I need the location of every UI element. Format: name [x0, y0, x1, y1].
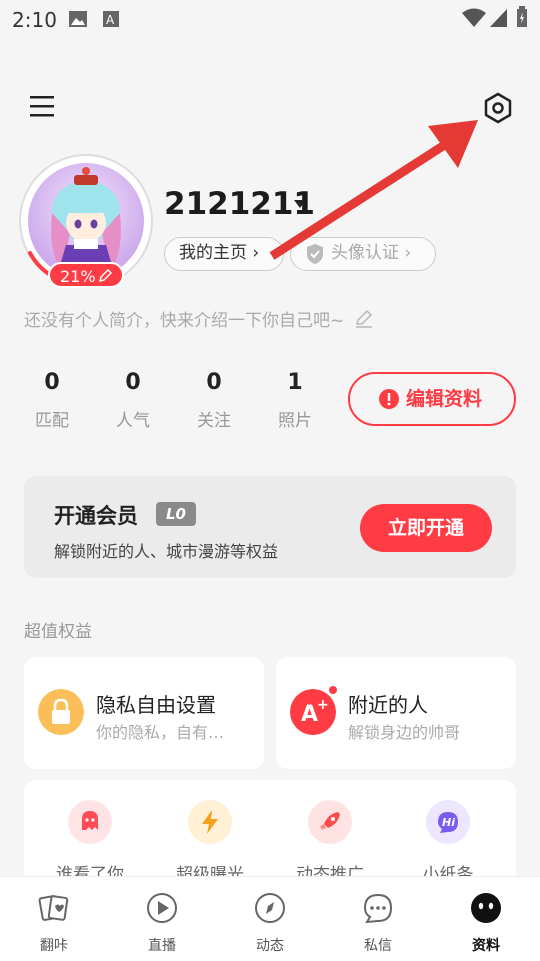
verify-label: 头像认证 ›	[331, 243, 412, 263]
keyboard-a-icon: A	[103, 11, 119, 27]
bio-placeholder[interactable]: 还没有个人简介，快来介绍一下你自己吧~	[24, 306, 374, 331]
signal-icon	[490, 9, 507, 27]
compass-icon	[255, 893, 285, 923]
edit-bio-icon	[355, 309, 372, 328]
lock-icon	[38, 689, 84, 735]
cards-icon	[38, 895, 69, 921]
feature-super-exposure[interactable]: 超级曝光	[160, 800, 260, 885]
nav-label: 直播	[148, 938, 176, 954]
vip-subtitle: 解锁附近的人、城市漫游等权益	[54, 542, 279, 561]
homepage-label: 我的主页 ›	[179, 243, 260, 263]
feature-who-viewed[interactable]: 谁看了你	[40, 800, 140, 885]
stat-label: 关注	[197, 411, 231, 431]
status-bar: 2:10 A	[0, 0, 540, 40]
nav-fanka[interactable]: 翻咔	[14, 891, 94, 955]
status-time: 2:10	[12, 8, 57, 32]
nav-moments[interactable]: 动态	[230, 891, 310, 955]
menu-icon[interactable]	[28, 92, 58, 122]
nav-label: 翻咔	[40, 938, 68, 954]
nav-live[interactable]: 直播	[122, 891, 202, 955]
completion-value: 21%	[60, 267, 96, 286]
nav-profile[interactable]: 资料	[446, 891, 526, 955]
ghost-icon	[68, 800, 112, 844]
rocket-icon	[308, 800, 352, 844]
alert-icon	[379, 389, 399, 409]
edit-profile-label: 编辑资料	[406, 388, 483, 410]
feature-moment-promote[interactable]: 动态推广	[280, 800, 380, 885]
svg-text:A: A	[106, 13, 115, 27]
wifi-icon	[462, 8, 486, 27]
stat-value: 0	[125, 370, 141, 395]
feature-note[interactable]: Hi 小纸条	[398, 800, 498, 885]
lightning-icon	[188, 800, 232, 844]
benefit-nearby[interactable]: A + 附近的人 解锁身边的帅哥	[276, 657, 516, 769]
benefit-title: 附近的人	[348, 693, 428, 717]
nav-label: 资料	[472, 938, 500, 954]
edit-pencil-icon	[98, 269, 112, 283]
stat-label: 照片	[278, 411, 312, 431]
chevron-down-icon[interactable]	[294, 200, 306, 208]
benefit-privacy[interactable]: 隐私自由设置 你的隐私，自有…	[24, 657, 264, 769]
edit-profile-button[interactable]: 编辑资料	[348, 372, 516, 426]
shield-check-icon	[307, 244, 323, 264]
red-dot-icon	[328, 685, 338, 695]
settings-icon[interactable]	[478, 88, 518, 128]
vip-level-badge: L0	[156, 502, 196, 526]
stat-label: 匹配	[35, 411, 69, 431]
username: 2121211	[164, 186, 315, 222]
bottom-nav: 翻咔 直播 动态 私信 资料	[0, 876, 540, 961]
profile-completion-badge: 21%	[48, 262, 124, 288]
a-plus-icon: A +	[290, 689, 336, 735]
benefit-title: 隐私自由设置	[96, 693, 216, 717]
stat-value: 0	[44, 370, 60, 395]
battery-icon	[517, 6, 527, 27]
stat-popularity[interactable]: 0 人气	[103, 370, 163, 431]
hi-bubble-icon: Hi	[426, 800, 470, 844]
stat-value: 0	[206, 370, 222, 395]
open-vip-button[interactable]: 立即开通	[360, 504, 492, 552]
nav-label: 私信	[364, 938, 392, 954]
avatar-verify-button[interactable]: 头像认证 ›	[290, 237, 436, 271]
bio-text: 还没有个人简介，快来介绍一下你自己吧~	[24, 311, 345, 331]
my-homepage-button[interactable]: 我的主页 ›	[164, 237, 284, 271]
stat-label: 人气	[116, 411, 150, 431]
benefit-subtitle: 你的隐私，自有…	[96, 723, 225, 742]
stat-photos[interactable]: 1 照片	[265, 370, 325, 431]
vip-card: 开通会员 L0 解锁附近的人、城市漫游等权益 立即开通	[24, 476, 516, 578]
nav-messages[interactable]: 私信	[338, 891, 418, 955]
section-title: 超值权益	[24, 622, 92, 642]
svg-text:+: +	[317, 697, 329, 713]
nav-label: 动态	[256, 938, 284, 954]
stat-following[interactable]: 0 关注	[184, 370, 244, 431]
profile-face-icon	[471, 893, 501, 923]
vip-title: 开通会员	[54, 504, 138, 528]
play-icon	[147, 893, 177, 923]
stat-match[interactable]: 0 匹配	[22, 370, 82, 431]
stat-value: 1	[287, 370, 303, 395]
chat-icon	[363, 893, 393, 924]
image-icon	[69, 11, 87, 27]
benefit-subtitle: 解锁身边的帅哥	[348, 723, 461, 742]
svg-text:Hi: Hi	[442, 816, 455, 829]
svg-text:A: A	[301, 702, 318, 727]
